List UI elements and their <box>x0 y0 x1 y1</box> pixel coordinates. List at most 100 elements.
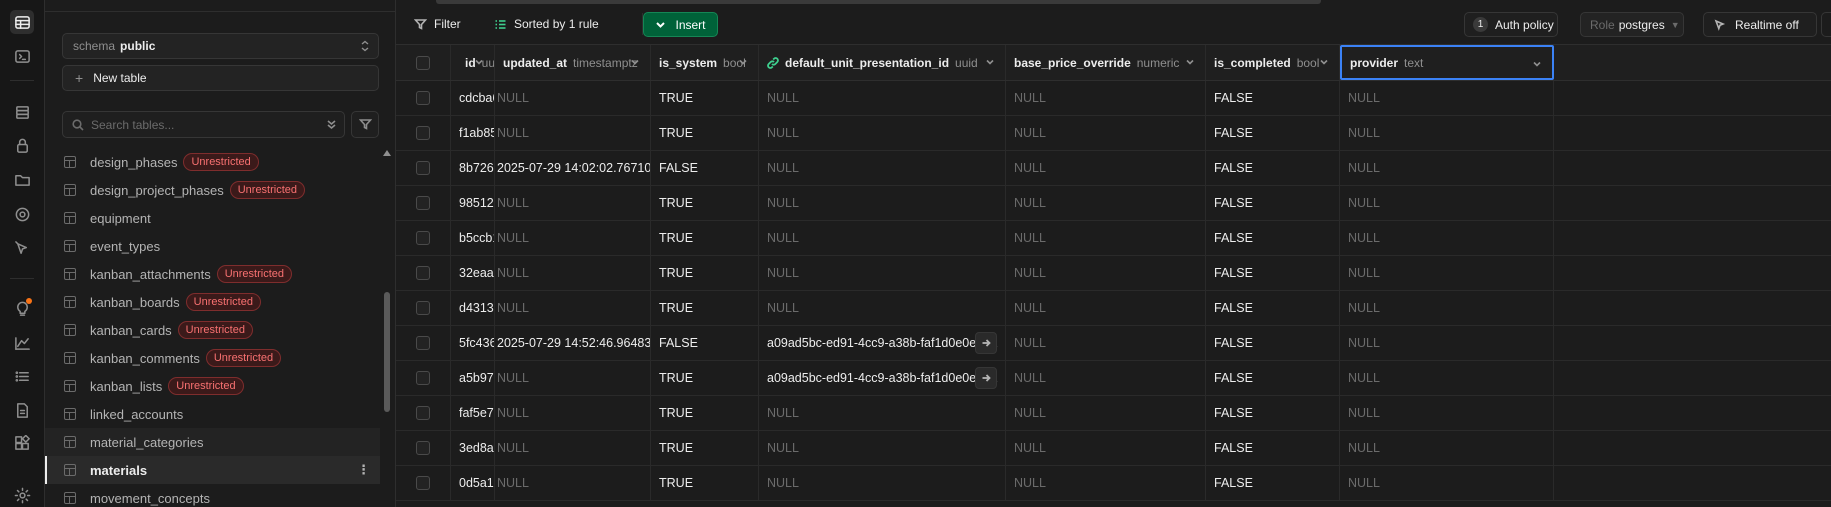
grid-cell[interactable]: a5b97a4b-fd43-43 <box>451 361 495 395</box>
grid-cell[interactable]: 2025-07-29 14:52:46.964836+0 <box>495 326 651 360</box>
sidebar-table-item[interactable]: movement_concepts <box>45 484 380 507</box>
grid-cell[interactable]: NULL <box>1006 221 1206 255</box>
grid-cell[interactable]: NULL <box>495 186 651 220</box>
grid-cell[interactable]: NULL <box>1006 466 1206 500</box>
table-row[interactable]: 8b72607a-fe4f-4ce2025-07-29 14:02:02.767… <box>396 151 1831 186</box>
grid-cell[interactable]: NULL <box>759 431 1006 465</box>
sidebar-table-item[interactable]: design_project_phases Unrestricted <box>45 176 380 204</box>
sidebar-table-item[interactable]: linked_accounts <box>45 400 380 428</box>
chevron-down-icon[interactable] <box>738 57 748 67</box>
grid-cell[interactable]: NULL <box>1006 396 1206 430</box>
row-checkbox[interactable] <box>416 196 430 210</box>
grid-cell[interactable]: FALSE <box>651 326 759 360</box>
chevron-down-icon[interactable] <box>630 57 640 67</box>
grid-cell[interactable]: NULL <box>1006 291 1206 325</box>
sidebar-table-item[interactable]: event_types <box>45 232 380 260</box>
auth-lock-icon[interactable] <box>10 133 34 157</box>
grid-cell[interactable]: FALSE <box>1206 326 1340 360</box>
column-header-updated-at[interactable]: updated_at timestamptz <box>495 45 651 80</box>
row-checkbox[interactable] <box>416 91 430 105</box>
grid-cell[interactable]: 3ed8a4af-e8f7-499 <box>451 431 495 465</box>
logs-list-icon[interactable] <box>10 364 34 388</box>
grid-cell[interactable]: 2025-07-29 14:02:02.767107+00 <box>495 151 651 185</box>
column-header-is-completed[interactable]: is_completed bool <box>1206 45 1340 80</box>
grid-cell[interactable]: FALSE <box>1206 81 1340 115</box>
grid-cell[interactable]: cdcba63c-3a57-4d <box>451 81 495 115</box>
realtime-toggle-button[interactable]: Realtime off <box>1703 12 1817 37</box>
grid-cell[interactable]: NULL <box>759 396 1006 430</box>
table-row[interactable]: 32eaa1f7-c8f0-4aeNULLTRUENULLNULLFALSENU… <box>396 256 1831 291</box>
grid-cell[interactable]: NULL <box>1340 221 1554 255</box>
chevron-down-icon[interactable] <box>1185 57 1195 67</box>
grid-cell[interactable]: 8b72607a-fe4f-4ce <box>451 151 495 185</box>
table-row[interactable]: faf5e774-aced-4b8NULLTRUENULLNULLFALSENU… <box>396 396 1831 431</box>
grid-cell[interactable]: NULL <box>1340 431 1554 465</box>
database-icon[interactable] <box>10 100 34 124</box>
more-options-button[interactable] <box>1821 12 1831 37</box>
grid-cell[interactable]: faf5e774-aced-4b8 <box>451 396 495 430</box>
grid-cell[interactable]: NULL <box>495 431 651 465</box>
grid-cell[interactable]: NULL <box>495 361 651 395</box>
grid-cell[interactable]: NULL <box>1340 361 1554 395</box>
grid-cell[interactable]: NULL <box>1006 361 1206 395</box>
grid-cell[interactable]: NULL <box>759 221 1006 255</box>
grid-cell[interactable]: NULL <box>759 256 1006 290</box>
grid-cell[interactable]: NULL <box>1006 151 1206 185</box>
grid-cell[interactable]: FALSE <box>1206 361 1340 395</box>
row-checkbox[interactable] <box>416 406 430 420</box>
filter-button[interactable]: Filter <box>414 12 461 36</box>
grid-cell[interactable]: NULL <box>759 466 1006 500</box>
sidebar-table-item[interactable]: kanban_boards Unrestricted <box>45 288 380 316</box>
table-editor-icon[interactable] <box>10 10 34 34</box>
column-header-provider[interactable]: provider text <box>1340 45 1554 80</box>
grid-cell[interactable]: NULL <box>1006 256 1206 290</box>
grid-cell[interactable]: TRUE <box>651 221 759 255</box>
reports-chart-icon[interactable] <box>10 331 34 355</box>
sidebar-table-item[interactable]: equipment <box>45 204 380 232</box>
role-selector[interactable]: Role postgres ▼ <box>1580 12 1684 37</box>
row-checkbox[interactable] <box>416 371 430 385</box>
grid-cell[interactable]: FALSE <box>1206 291 1340 325</box>
grid-cell[interactable]: TRUE <box>651 466 759 500</box>
grid-cell[interactable]: NULL <box>759 151 1006 185</box>
table-row[interactable]: 3ed8a4af-e8f7-499NULLTRUENULLNULLFALSENU… <box>396 431 1831 466</box>
sidebar-table-item[interactable]: kanban_comments Unrestricted <box>45 344 380 372</box>
row-checkbox[interactable] <box>416 301 430 315</box>
grid-cell[interactable]: 5fc4362b-c745-44a <box>451 326 495 360</box>
scrollbar-thumb[interactable] <box>384 292 390 412</box>
grid-cell[interactable]: FALSE <box>1206 396 1340 430</box>
grid-cell[interactable]: NULL <box>1340 116 1554 150</box>
grid-cell[interactable]: NULL <box>1006 326 1206 360</box>
grid-cell[interactable]: TRUE <box>651 256 759 290</box>
grid-cell[interactable]: b5ccb1d6-1218-42d <box>451 221 495 255</box>
grid-cell[interactable]: NULL <box>495 256 651 290</box>
auth-policy-button[interactable]: 1 Auth policy <box>1464 12 1558 37</box>
grid-cell[interactable]: FALSE <box>1206 431 1340 465</box>
grid-cell[interactable]: NULL <box>1340 151 1554 185</box>
grid-cell[interactable]: NULL <box>759 291 1006 325</box>
scroll-up-arrow-icon[interactable] <box>383 150 391 156</box>
row-checkbox[interactable] <box>416 126 430 140</box>
sidebar-table-item[interactable]: material_categories <box>45 428 380 456</box>
storage-icon[interactable] <box>10 167 34 191</box>
grid-cell[interactable]: TRUE <box>651 396 759 430</box>
grid-cell[interactable]: NULL <box>1340 291 1554 325</box>
grid-cell[interactable]: 9851229c-9acf-466 <box>451 186 495 220</box>
select-all-checkbox[interactable] <box>416 55 430 70</box>
grid-cell[interactable]: 32eaa1f7-c8f0-4ae <box>451 256 495 290</box>
row-checkbox[interactable] <box>416 441 430 455</box>
foreign-key-link-button[interactable] <box>975 367 997 389</box>
chevrons-down-icon[interactable] <box>325 118 338 131</box>
sidebar-table-item[interactable]: kanban_lists Unrestricted <box>45 372 380 400</box>
grid-cell[interactable]: NULL <box>759 81 1006 115</box>
search-tables-input[interactable]: Search tables... <box>62 111 345 138</box>
grid-cell[interactable]: FALSE <box>651 151 759 185</box>
column-header-is-system[interactable]: is_system bool <box>651 45 759 80</box>
grid-cell[interactable]: FALSE <box>1206 151 1340 185</box>
table-options-kebab-icon[interactable]: ⋮ <box>357 462 370 478</box>
table-row[interactable]: 9851229c-9acf-466NULLTRUENULLNULLFALSENU… <box>396 186 1831 221</box>
sort-button[interactable]: Sorted by 1 rule <box>494 12 599 36</box>
sql-editor-icon[interactable] <box>10 44 34 68</box>
row-checkbox[interactable] <box>416 231 430 245</box>
new-table-button[interactable]: + New table <box>62 65 379 91</box>
